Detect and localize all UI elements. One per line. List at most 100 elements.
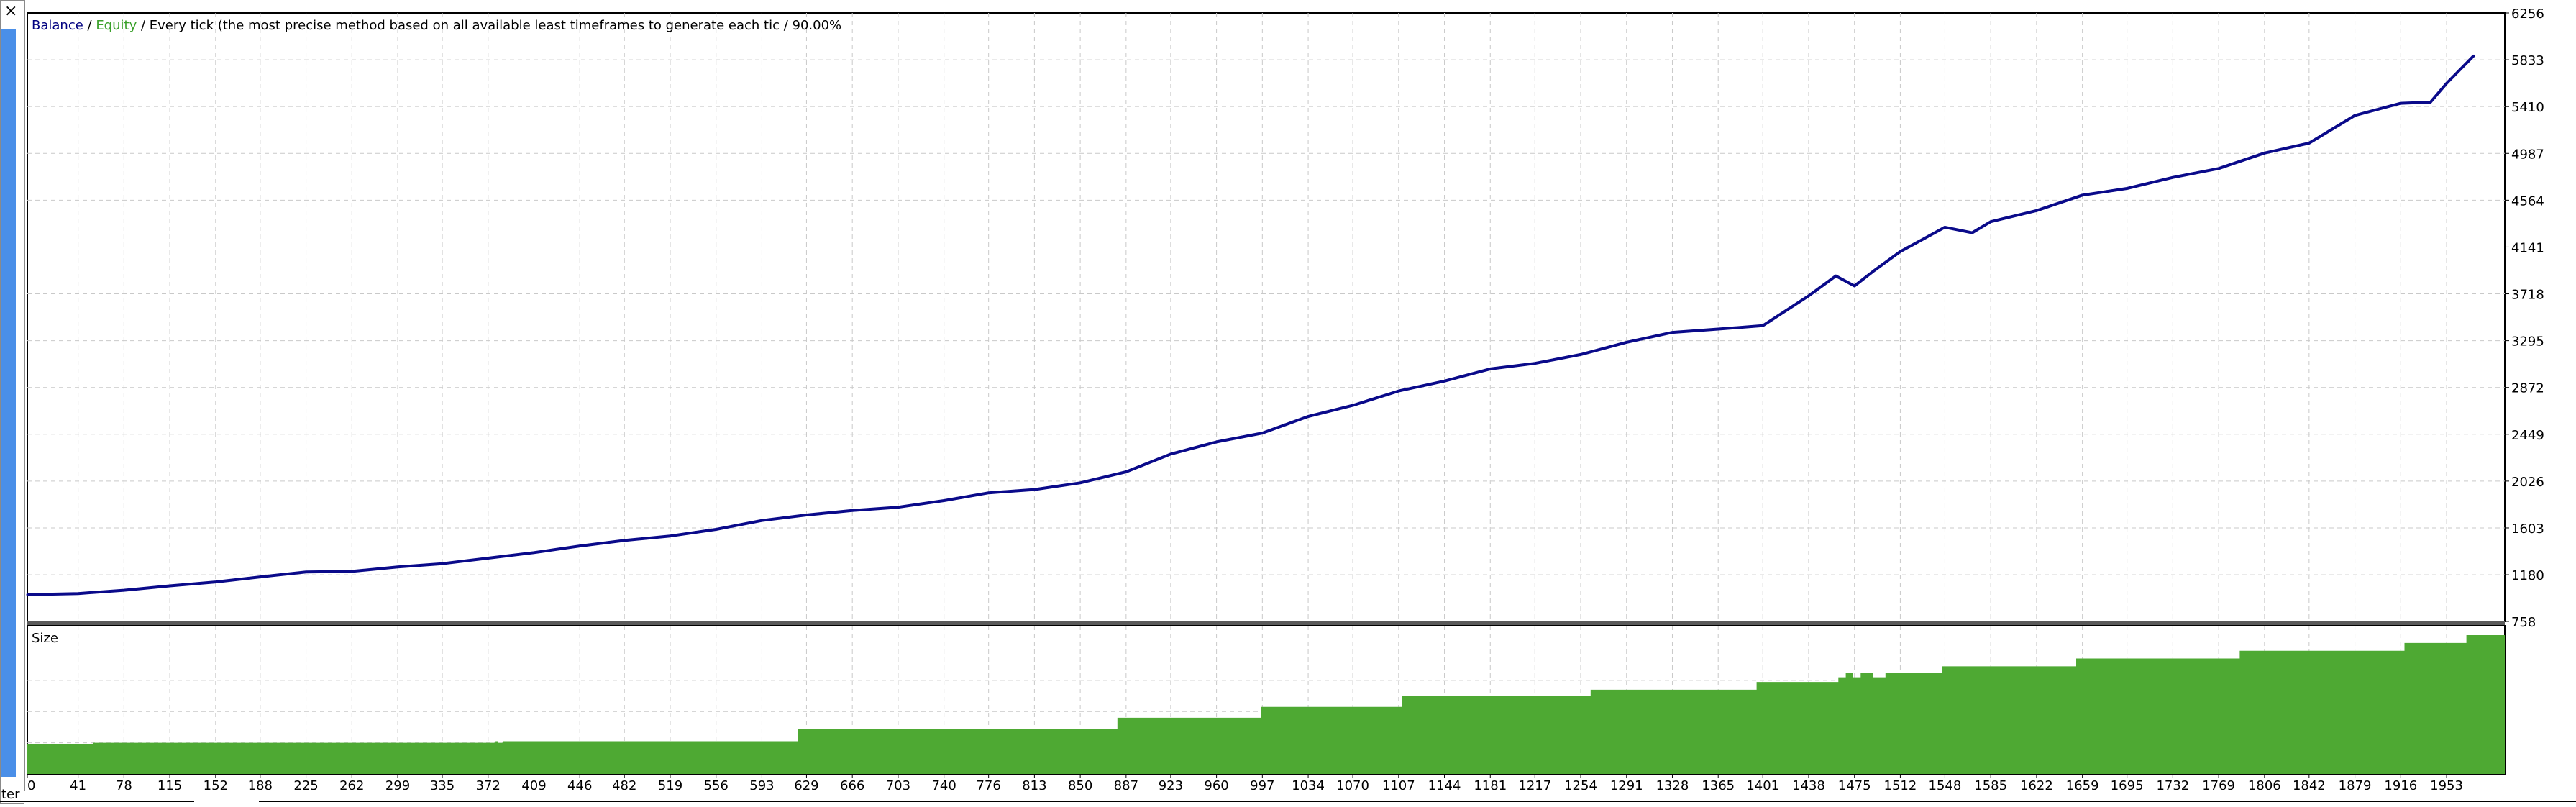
x-tick-label: 1254 xyxy=(1564,778,1597,793)
legend-balance: Balance xyxy=(32,18,83,33)
balance-point xyxy=(2126,187,2129,190)
balance-point xyxy=(1872,270,1875,273)
balance-point xyxy=(2354,114,2357,117)
x-tick-label: 1695 xyxy=(2111,778,2144,793)
balance-point xyxy=(1943,226,1946,229)
balance-point xyxy=(305,570,308,573)
x-tick-label: 152 xyxy=(204,778,228,793)
balance-point xyxy=(1761,324,1764,327)
x-tick-label: 299 xyxy=(385,778,410,793)
x-tick-label: 666 xyxy=(840,778,864,793)
balance-equity-chart: × ter Size Balance / Equity / Every tick… xyxy=(0,0,2576,805)
x-tick-label: 115 xyxy=(157,778,182,793)
balance-point xyxy=(1351,404,1354,407)
balance-point xyxy=(623,539,626,542)
x-tick-label: 1732 xyxy=(2156,778,2189,793)
x-tick-label: 923 xyxy=(1159,778,1183,793)
y-tick-label: 5833 xyxy=(2511,53,2544,68)
x-tick-label: 188 xyxy=(248,778,273,793)
x-tick-label: 1879 xyxy=(2339,778,2372,793)
legend-equity: Equity xyxy=(96,18,137,33)
x-tick-label: 593 xyxy=(749,778,774,793)
balance-point xyxy=(1169,452,1172,455)
x-tick-label: 335 xyxy=(430,778,455,793)
x-tick-label: 960 xyxy=(1204,778,1228,793)
balance-point xyxy=(669,534,672,537)
x-tick-label: 1291 xyxy=(1610,778,1643,793)
balance-point xyxy=(1671,331,1673,334)
balance-point xyxy=(1307,415,1310,418)
close-icon[interactable]: × xyxy=(4,2,17,20)
y-tick-label: 1603 xyxy=(2511,521,2544,537)
balance-point xyxy=(1397,390,1400,393)
x-tick-label: 262 xyxy=(339,778,364,793)
x-tick-label: 1144 xyxy=(1428,778,1461,793)
chart-legend: Balance / Equity / Every tick (the most … xyxy=(32,18,841,33)
balance-point xyxy=(1899,250,1901,253)
x-tick-label: 1328 xyxy=(1656,778,1689,793)
balance-point xyxy=(1625,341,1628,344)
balance-point xyxy=(1261,432,1264,434)
balance-point xyxy=(2171,176,2174,179)
balance-point xyxy=(214,580,217,583)
legend-description: / Every tick (the most precise method ba… xyxy=(137,18,841,33)
y-tick-label: 2026 xyxy=(2511,475,2544,490)
x-tick-label: 1070 xyxy=(1336,778,1369,793)
balance-point xyxy=(2445,82,2448,85)
balance-point xyxy=(1970,232,1973,234)
x-tick-label: 409 xyxy=(521,778,546,793)
balance-point xyxy=(2399,102,2402,105)
x-tick-label: 1622 xyxy=(2020,778,2053,793)
balance-point xyxy=(2308,142,2311,145)
x-tick-label: 1548 xyxy=(1929,778,1962,793)
y-tick-label: 1180 xyxy=(2511,568,2544,583)
balance-point xyxy=(2081,193,2084,196)
balance-point xyxy=(578,544,581,547)
balance-point xyxy=(1443,380,1446,383)
y-tick-label: 2872 xyxy=(2511,381,2544,396)
x-tick-label: 1769 xyxy=(2202,778,2235,793)
balance-point xyxy=(1807,294,1810,297)
x-tick-label: 850 xyxy=(1068,778,1092,793)
balance-point xyxy=(1079,481,1082,484)
x-tick-label: 1107 xyxy=(1382,778,1415,793)
x-tick-label: 813 xyxy=(1022,778,1046,793)
x-tick-label: 1953 xyxy=(2430,778,2463,793)
balance-point xyxy=(1533,362,1536,365)
balance-point xyxy=(2429,101,2432,104)
balance-point xyxy=(2263,152,2266,155)
balance-point xyxy=(943,499,946,502)
x-tick-label: 997 xyxy=(1250,778,1274,793)
x-tick-label: 556 xyxy=(704,778,729,793)
y-tick-label: 758 xyxy=(2511,615,2536,630)
balance-point xyxy=(715,528,718,531)
x-tick-label: 0 xyxy=(27,778,35,793)
bottom-strip xyxy=(24,791,2576,804)
x-tick-label: 887 xyxy=(1114,778,1138,793)
balance-point xyxy=(1125,470,1128,473)
balance-point xyxy=(77,592,80,595)
balance-point xyxy=(1489,368,1492,370)
balance-point xyxy=(533,551,536,554)
balance-point xyxy=(851,509,854,512)
main-panel xyxy=(27,12,2506,622)
x-tick-label: 372 xyxy=(476,778,501,793)
x-tick-label: 1181 xyxy=(1474,778,1507,793)
x-tick-label: 1916 xyxy=(2384,778,2417,793)
balance-point xyxy=(987,491,990,494)
x-tick-label: 1842 xyxy=(2293,778,2326,793)
balance-point xyxy=(760,519,763,522)
balance-point xyxy=(1033,488,1036,491)
x-tick-label: 1438 xyxy=(1792,778,1825,793)
balance-point xyxy=(897,506,900,509)
balance-point xyxy=(1215,440,1218,443)
x-tick-label: 629 xyxy=(794,778,818,793)
tester-report-window: × ter Size Balance / Equity / Every tick… xyxy=(0,0,2576,805)
x-tick-label: 1806 xyxy=(2248,778,2281,793)
balance-point xyxy=(168,584,171,587)
x-tick-label: 41 xyxy=(70,778,86,793)
x-tick-label: 1034 xyxy=(1292,778,1325,793)
x-tick-label: 78 xyxy=(116,778,132,793)
x-tick-label: 225 xyxy=(293,778,318,793)
y-tick-label: 5410 xyxy=(2511,100,2544,115)
